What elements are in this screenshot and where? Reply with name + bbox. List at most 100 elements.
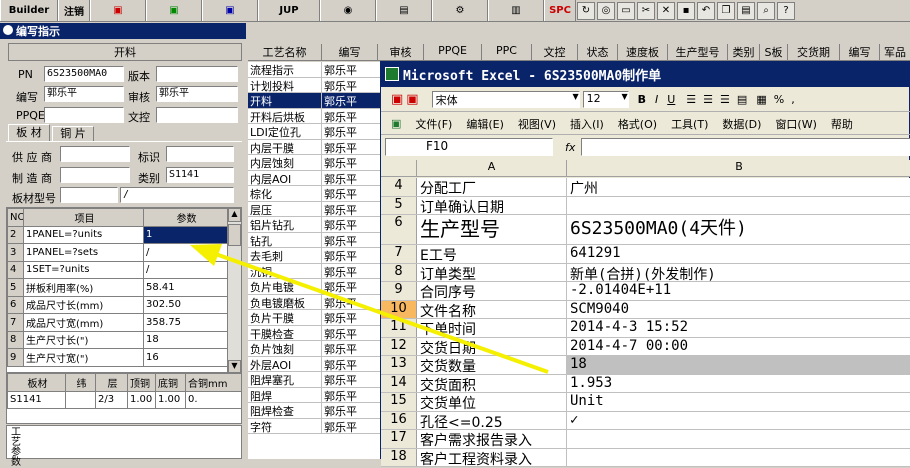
cell-a[interactable]: 下单时间 xyxy=(417,319,567,337)
param-value[interactable]: / xyxy=(143,243,228,262)
col-header[interactable]: 文控 xyxy=(532,44,578,60)
delete-icon[interactable]: ✕ xyxy=(657,1,675,20)
cell-a[interactable]: 交货单位 xyxy=(417,393,567,411)
menu-data[interactable]: 数据(D) xyxy=(722,116,761,132)
col-header[interactable]: 编写 xyxy=(840,44,880,60)
fx-icon[interactable]: fx xyxy=(565,141,575,154)
list-item[interactable]: 内层AOI 郭乐平 xyxy=(248,170,380,186)
cell-a[interactable]: 订单确认日期 xyxy=(417,196,567,214)
sheet-row[interactable]: 14 交货面积 1.953 xyxy=(381,374,910,393)
table-row[interactable]: 3 1PANEL=?sets / xyxy=(7,243,228,262)
col-header[interactable]: 审核 xyxy=(378,44,424,60)
col-header[interactable]: 生产型号 xyxy=(668,44,728,60)
list-item[interactable]: 外层AOI 郭乐平 xyxy=(248,356,380,372)
cell-a[interactable]: E工号 xyxy=(417,245,567,263)
mat-cell[interactable]: 0. xyxy=(185,390,241,409)
cell-a[interactable]: 合同序号 xyxy=(417,282,567,300)
maker-field[interactable] xyxy=(60,167,130,183)
cell-a[interactable]: 孔径<=0.25 xyxy=(417,411,567,429)
table-row[interactable]: S1141 2/3 1.00 1.00 0. xyxy=(7,390,241,409)
list-item[interactable]: 负片电镀 郭乐平 xyxy=(248,279,380,295)
row-number[interactable]: 8 xyxy=(381,263,417,281)
param-value[interactable]: 358.75 xyxy=(143,313,228,332)
size-select[interactable]: 12 ▼ xyxy=(582,91,629,108)
sheet-row[interactable]: 6 生产型号 6S23500MA0(4天件) xyxy=(381,215,910,245)
sheet-row[interactable]: 11 下单时间 2014-4-3 15:52 xyxy=(381,319,910,338)
print-icon[interactable]: ▤ xyxy=(737,1,755,20)
cell-b[interactable]: 新单(合拼)(外发制作) xyxy=(567,263,910,281)
mat-cell[interactable]: S1141 xyxy=(7,390,66,409)
spc-button[interactable]: SPC xyxy=(544,0,576,21)
mat-cell[interactable]: 1.00 xyxy=(127,390,156,409)
process-params-box[interactable]: 工艺参数 xyxy=(6,425,242,468)
list-item[interactable]: 计划投料 郭乐平 xyxy=(248,77,380,93)
list-item[interactable]: 负片干膜 郭乐平 xyxy=(248,310,380,326)
cell-b[interactable]: 18 xyxy=(567,356,910,374)
menu-format[interactable]: 格式(O) xyxy=(618,116,657,132)
row-number[interactable]: 12 xyxy=(381,337,417,355)
align-left-icon[interactable]: ☰ xyxy=(686,93,696,106)
mark-field[interactable] xyxy=(166,146,234,162)
param-value[interactable]: 58.41 xyxy=(143,278,228,297)
cell-a[interactable]: 生产型号 xyxy=(417,215,567,244)
cell-b[interactable]: 6S23500MA0(4天件) xyxy=(567,215,910,244)
table-row[interactable]: 2 1PANEL=?units 1 xyxy=(7,225,228,244)
menu-help[interactable]: 帮助 xyxy=(831,116,853,132)
cell-b[interactable]: 641291 xyxy=(567,245,910,263)
menu-view[interactable]: 视图(V) xyxy=(518,116,556,132)
row-number[interactable]: 6 xyxy=(381,215,417,244)
copy-icon[interactable]: ❐ xyxy=(717,1,735,20)
row-number[interactable]: 10 xyxy=(381,300,417,318)
sheet-row[interactable]: 4 分配工厂 广州 xyxy=(381,178,910,197)
cell-b[interactable] xyxy=(567,196,910,214)
new-icon[interactable]: ▭ xyxy=(617,1,635,20)
list-item[interactable]: 流程指示 郭乐平 xyxy=(248,62,380,78)
comma-icon[interactable]: , xyxy=(791,93,795,106)
param-value[interactable]: 302.50 xyxy=(143,295,228,314)
menu-edit[interactable]: 编辑(E) xyxy=(466,116,504,132)
formula-input[interactable] xyxy=(581,138,910,156)
chevron-down-icon[interactable]: ▼ xyxy=(572,92,578,107)
sheet-row[interactable]: 16 孔径<=0.25 ✓ xyxy=(381,411,910,430)
menu-file[interactable]: 文件(F) xyxy=(415,116,452,132)
browser-icon[interactable]: ◎ xyxy=(597,1,615,20)
cell-b[interactable] xyxy=(567,448,910,466)
italic-icon[interactable]: I xyxy=(655,93,658,106)
sheet-icon[interactable]: ▣ xyxy=(391,117,401,130)
col-header[interactable]: 工艺名称 xyxy=(248,44,322,60)
list-item[interactable]: 钻孔 郭乐平 xyxy=(248,232,380,248)
menu-window[interactable]: 窗口(W) xyxy=(775,116,816,132)
align-center-icon[interactable]: ☰ xyxy=(703,93,713,106)
param-value-selected[interactable]: 1 xyxy=(143,225,228,244)
col-header[interactable]: PPQE xyxy=(424,44,482,60)
supplier-field[interactable] xyxy=(60,146,130,162)
name-box[interactable]: F10 xyxy=(385,138,553,156)
cell-b[interactable]: ✓ xyxy=(567,411,910,429)
row-number[interactable]: 16 xyxy=(381,411,417,429)
word-icon[interactable]: ▣ xyxy=(202,0,258,21)
list-item[interactable]: 开料 郭乐平 xyxy=(248,93,380,109)
row-number[interactable]: 13 xyxy=(381,356,417,374)
cell-b[interactable] xyxy=(567,430,910,448)
pdf-icon[interactable]: ▣ xyxy=(90,0,146,21)
sheet-row[interactable]: 12 交货日期 2014-4-7 00:00 xyxy=(381,337,910,356)
pdf-convert-icon[interactable]: ▣ xyxy=(406,92,418,107)
list-item[interactable]: 阻焊检查 郭乐平 xyxy=(248,403,380,419)
list-item[interactable]: 内层蚀刻 郭乐平 xyxy=(248,155,380,171)
cell-a[interactable]: 客户需求报告录入 xyxy=(417,430,567,448)
category-field[interactable]: S1141 xyxy=(166,167,234,183)
params-scrollbar[interactable]: ▲ ▼ xyxy=(227,208,241,374)
author-field[interactable]: 郭乐平 xyxy=(44,86,124,102)
list-item[interactable]: 干膜检查 郭乐平 xyxy=(248,325,380,341)
table-row[interactable]: 9 生产尺寸宽(") 16 xyxy=(7,348,228,367)
pn-field[interactable]: 6S23500MA0 xyxy=(44,66,124,82)
col-header[interactable]: 交货期 xyxy=(788,44,840,60)
sheet-row[interactable]: 18 客户工程资料录入 xyxy=(381,448,910,467)
row-number[interactable]: 11 xyxy=(381,319,417,337)
list-item[interactable]: 沉铜 郭乐平 xyxy=(248,263,380,279)
list-item[interactable]: 阻焊 郭乐平 xyxy=(248,387,380,403)
list-item[interactable]: 负电镀磨板 郭乐平 xyxy=(248,294,380,310)
row-number[interactable]: 5 xyxy=(381,196,417,214)
bold-icon[interactable]: B xyxy=(638,93,646,106)
col-header[interactable]: S板 xyxy=(760,44,788,60)
